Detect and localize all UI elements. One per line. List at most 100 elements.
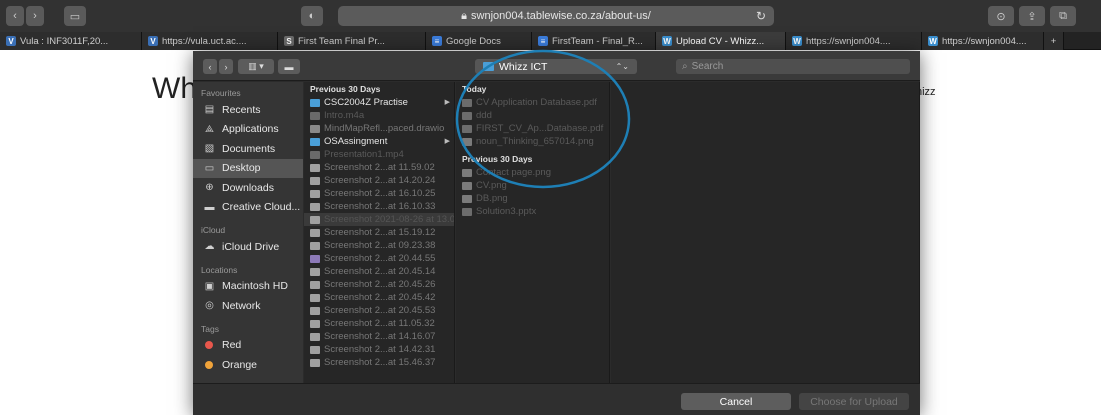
tab-7[interactable]: Whttps://swnjon004....: [786, 32, 922, 50]
file-row[interactable]: OSAssingment ▶: [304, 135, 454, 148]
file-row[interactable]: Screenshot 2...at 14.20.24: [304, 174, 454, 187]
file-name: Intro.m4a: [324, 110, 365, 121]
file-name: Screenshot 2...at 15.46.37: [324, 357, 436, 368]
file-row[interactable]: Screenshot 2...at 20.45.53: [304, 304, 454, 317]
file-row[interactable]: Screenshot 2...at 11.05.32: [304, 317, 454, 330]
sidebar-item-label: Recents: [222, 103, 261, 116]
file-row[interactable]: Solution3.pptx: [456, 205, 609, 218]
file-icon: [310, 254, 320, 263]
file-icon: [310, 163, 320, 172]
file-icon: [310, 345, 320, 354]
location-popup[interactable]: Whizz ICT ⌃⌄: [475, 59, 637, 74]
sidebar-item-label: iCloud Drive: [222, 240, 280, 253]
tab-2[interactable]: Vhttps://vula.uct.ac....: [142, 32, 278, 50]
tab-1[interactable]: V Vula : INF3011F,20...: [0, 32, 142, 50]
dialog-forward-button[interactable]: ›: [219, 59, 233, 74]
file-row[interactable]: Intro.m4a: [304, 109, 454, 122]
file-row[interactable]: ddd: [456, 109, 609, 122]
file-icon: [310, 241, 320, 250]
cancel-button[interactable]: Cancel: [681, 393, 791, 410]
file-row[interactable]: Screenshot 2...at 20.45.42: [304, 291, 454, 304]
sidebar-section-icloud: iCloud: [201, 225, 226, 235]
file-row[interactable]: CV Application Database.pdf: [456, 96, 609, 109]
back-button[interactable]: ‹: [6, 6, 24, 26]
applications-icon: ⟁: [205, 123, 214, 135]
file-row[interactable]: Screenshot 2...at 16.10.25: [304, 187, 454, 200]
sidebar-item-recents[interactable]: ▤ Recents: [193, 100, 303, 120]
tab-3[interactable]: S First Team Final Pr...: [278, 32, 426, 50]
column-header: Previous 30 Days: [310, 84, 381, 94]
tab-8[interactable]: Whttps://swnjon004....: [922, 32, 1044, 50]
tab-label: Vula : INF3011F,20...: [20, 35, 109, 47]
file-name: DB.png: [476, 193, 508, 204]
file-row[interactable]: Contact page.png: [456, 166, 609, 179]
file-row[interactable]: Screenshot 2...at 09.23.38: [304, 239, 454, 252]
file-name: Screenshot 2...at 11.05.32: [324, 318, 435, 329]
file-name: CSC2004Z Practise: [324, 97, 408, 108]
choose-for-upload-button[interactable]: Choose for Upload: [799, 393, 909, 410]
sidebar-item-red[interactable]: Red: [193, 336, 303, 356]
file-row[interactable]: Screenshot 2021-08-26 at 13.00: [304, 213, 454, 226]
share-button[interactable]: ⇪: [1019, 6, 1045, 26]
file-row[interactable]: Screenshot 2...at 20.45.26: [304, 278, 454, 291]
sidebar-item-documents[interactable]: ▧ Documents: [193, 139, 303, 159]
file-row[interactable]: CV.png: [456, 179, 609, 192]
sidebar-item-desktop[interactable]: ▭ Desktop: [193, 158, 303, 178]
tabs-overview-button[interactable]: ⧉: [1050, 6, 1076, 26]
file-row[interactable]: MindMapRefl...paced.drawio: [304, 122, 454, 135]
dialog-toolbar: ‹ › ▥ ▾ ▬ Whizz ICT ⌃⌄ ⌕ Search: [193, 51, 920, 81]
privacy-icon[interactable]: ◐: [301, 6, 323, 26]
file-name: Presentation1.mp4: [324, 149, 404, 160]
dialog-back-button[interactable]: ‹: [203, 59, 217, 74]
tab-4[interactable]: ≡ Google Docs: [426, 32, 532, 50]
file-row[interactable]: DB.png: [456, 192, 609, 205]
tab-5[interactable]: ≡ FirstTeam - Final_R...: [532, 32, 656, 50]
file-row[interactable]: Screenshot 2...at 14.42.31: [304, 343, 454, 356]
file-name: Screenshot 2...at 14.42.31: [324, 344, 436, 355]
folder-icon: ▬: [204, 201, 215, 213]
tab-label: First Team Final Pr...: [298, 35, 385, 47]
documents-icon: ▧: [204, 143, 215, 155]
file-row[interactable]: CSC2004Z Practise ▶: [304, 96, 454, 109]
new-tab-button[interactable]: +: [1044, 32, 1064, 50]
updown-arrows-icon: ⌃⌄: [615, 62, 629, 71]
file-row[interactable]: Screenshot 2...at 20.44.55: [304, 252, 454, 265]
favicon-icon: ≡: [538, 36, 548, 46]
file-row[interactable]: Screenshot 2...at 20.45.14: [304, 265, 454, 278]
forward-button[interactable]: ›: [26, 6, 44, 26]
sidebar-item-label: Documents: [222, 142, 276, 155]
file-name: OSAssingment: [324, 136, 388, 147]
sidebar-item-label: Downloads: [222, 181, 274, 194]
sidebar-item-downloads[interactable]: ⊕ Downloads: [193, 178, 303, 198]
dialog-sidebar: Favourites ▤ Recents ⟁ Applications ▧ Document…: [193, 82, 303, 383]
tag-orange-icon: [205, 360, 213, 369]
sidebar-item-macintosh-hd[interactable]: ▣ Macintosh HD: [193, 277, 303, 297]
folder-icon: [483, 62, 494, 71]
file-icon: [462, 98, 472, 107]
file-row[interactable]: FIRST_CV_Ap...Database.pdf: [456, 122, 609, 135]
sidebar-item-applications[interactable]: ⟁ Applications: [193, 120, 303, 140]
file-name: Solution3.pptx: [476, 206, 537, 217]
sidebar-toggle-button[interactable]: ▭: [64, 6, 86, 26]
tab-6[interactable]: W Upload CV - Whizz...: [656, 32, 786, 50]
sidebar-item-network[interactable]: ◎ Network: [193, 296, 303, 316]
file-row[interactable]: Screenshot 2...at 11.59.02: [304, 161, 454, 174]
file-row[interactable]: Presentation1.mp4: [304, 148, 454, 161]
page-heading: Wh: [152, 72, 197, 105]
view-mode-button[interactable]: ▥ ▾: [238, 59, 274, 74]
reload-icon[interactable]: ↻: [756, 9, 766, 23]
search-input[interactable]: ⌕ Search: [676, 59, 910, 74]
file-row[interactable]: Screenshot 2...at 15.19.12: [304, 226, 454, 239]
file-row[interactable]: Screenshot 2...at 14.16.07: [304, 330, 454, 343]
file-row[interactable]: Screenshot 2...at 16.10.33: [304, 200, 454, 213]
sidebar-item-icloud-drive[interactable]: ☁ iCloud Drive: [193, 237, 303, 257]
group-button[interactable]: ▬: [278, 59, 300, 74]
file-row[interactable]: Screenshot 2...at 15.46.37: [304, 356, 454, 369]
address-bar[interactable]: 🔒︎ swnjon004.tablewise.co.za/about-us/ ↻: [338, 6, 774, 26]
sidebar-item-orange[interactable]: Orange: [193, 355, 303, 375]
file-row[interactable]: noun_Thinking_657014.png: [456, 135, 609, 148]
favicon-icon: ≡: [432, 36, 442, 46]
file-name: Screenshot 2...at 11.59.02: [324, 162, 435, 173]
downloads-button[interactable]: ⊙: [988, 6, 1014, 26]
sidebar-item-creative-cloud[interactable]: ▬ Creative Cloud...: [193, 198, 303, 218]
